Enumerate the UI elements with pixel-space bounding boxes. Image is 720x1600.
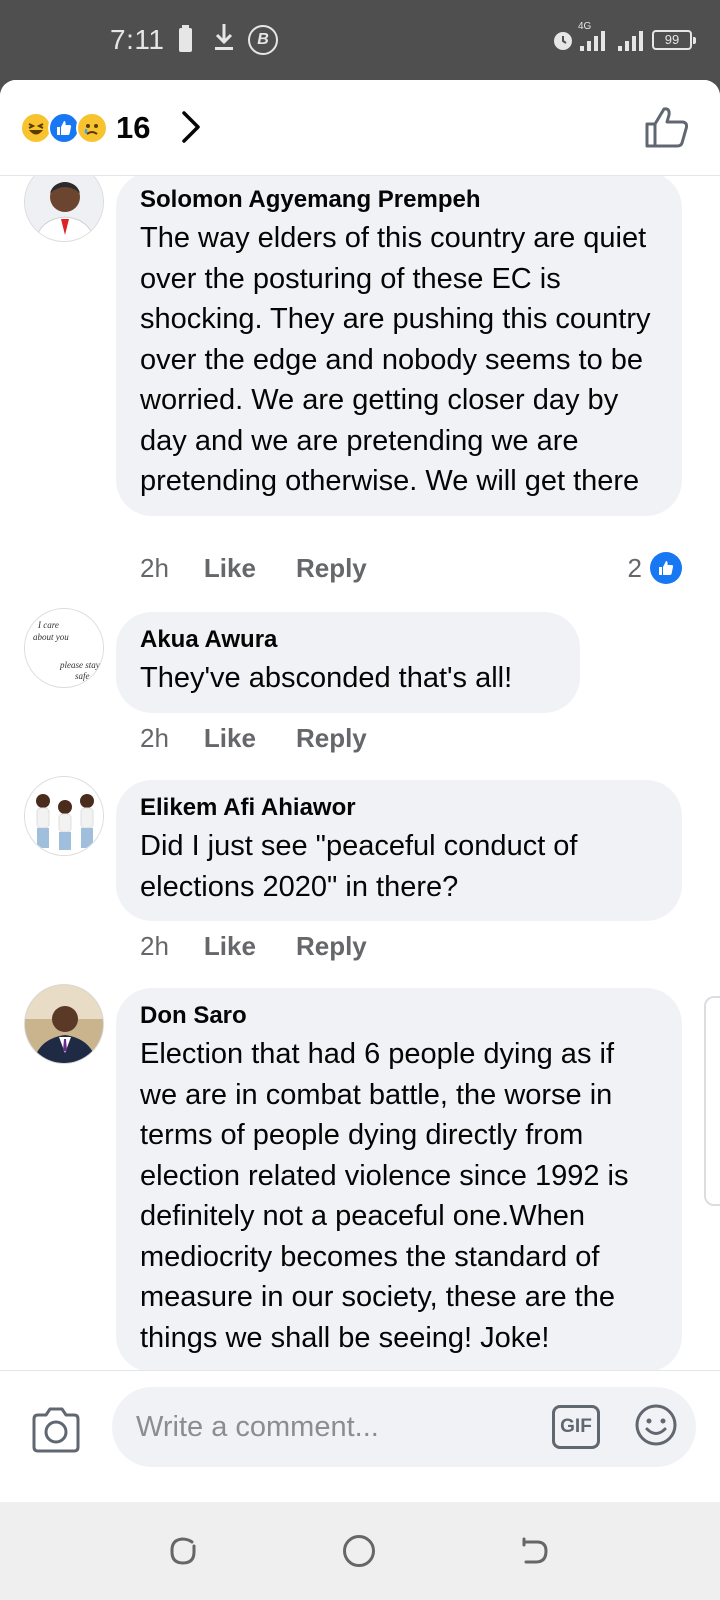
- back-icon[interactable]: [520, 1536, 550, 1566]
- comment-text: Election that had 6 people dying as if w…: [140, 1038, 629, 1354]
- like-button[interactable]: Like: [204, 723, 256, 754]
- comment-text: They've absconded that's all!: [140, 662, 513, 694]
- avatar[interactable]: I care about you please stay safe: [24, 608, 104, 688]
- comment-composer: GIF: [0, 1370, 720, 1502]
- emoji-icon[interactable]: [634, 1403, 678, 1447]
- like-button[interactable]: Like: [204, 553, 256, 584]
- battery-icon: [179, 25, 192, 52]
- comment-author[interactable]: Elikem Afi Ahiawor: [140, 792, 658, 824]
- svg-text:safe: safe: [75, 671, 90, 681]
- svg-text:please stay: please stay: [59, 660, 100, 670]
- comments-sheet: 16 Solomon Agyemang Prempeh The way elde…: [0, 80, 720, 1502]
- camera-icon[interactable]: [30, 1405, 82, 1455]
- comment-text: The way elders of this country are quiet…: [140, 222, 651, 497]
- comment-bubble[interactable]: Elikem Afi Ahiawor Did I just see "peace…: [116, 780, 682, 921]
- comment-author[interactable]: Don Saro: [140, 1000, 658, 1032]
- comment-actions: 2h Like Reply: [140, 550, 367, 586]
- home-icon[interactable]: [343, 1535, 375, 1567]
- comment-actions: 2h Like Reply: [140, 928, 367, 964]
- reply-button[interactable]: Reply: [296, 723, 367, 754]
- battery-icon: 99: [652, 30, 696, 50]
- comment-time[interactable]: 2h: [140, 723, 169, 754]
- signal-icon: [618, 31, 643, 51]
- sad-reaction-icon: [76, 112, 108, 144]
- comment-actions: 2h Like Reply: [140, 720, 367, 756]
- comment-reaction-count: 2: [627, 552, 642, 583]
- reply-button[interactable]: Reply: [296, 553, 367, 584]
- comment-author[interactable]: Solomon Agyemang Prempeh: [140, 184, 658, 216]
- like-reaction-icon: [650, 552, 682, 584]
- alarm-icon: [554, 32, 572, 50]
- comment-time[interactable]: 2h: [140, 931, 169, 962]
- recents-icon[interactable]: [168, 1536, 198, 1566]
- svg-text:I care: I care: [37, 620, 59, 630]
- comment-author[interactable]: Akua Awura: [140, 624, 556, 656]
- svg-text:4G: 4G: [578, 21, 592, 32]
- gif-button[interactable]: GIF: [552, 1405, 600, 1449]
- download-icon: [215, 24, 233, 50]
- signal-icon: 4G: [578, 21, 605, 51]
- comment-input[interactable]: [112, 1387, 696, 1467]
- b-badge-icon: B: [248, 25, 278, 55]
- comment-reaction-summary[interactable]: 2: [628, 550, 682, 586]
- system-nav-bar: [0, 1502, 720, 1600]
- status-bar: 7:11 B 4G 99: [0, 0, 720, 80]
- reactions-header: 16: [0, 80, 720, 176]
- comment-bubble[interactable]: Solomon Agyemang Prempeh The way elders …: [116, 172, 682, 516]
- comment-bubble[interactable]: Akua Awura They've absconded that's all!: [116, 612, 580, 713]
- reaction-count: 16: [116, 110, 151, 145]
- avatar[interactable]: [24, 776, 104, 856]
- status-time: 7:11: [110, 24, 165, 55]
- like-button-icon[interactable]: [644, 104, 690, 150]
- scroll-handle[interactable]: [704, 996, 720, 1206]
- chevron-right-icon[interactable]: [180, 110, 202, 144]
- reactions-summary[interactable]: 16: [20, 108, 150, 148]
- comment-bubble[interactable]: Don Saro Election that had 6 people dyin…: [116, 988, 682, 1372]
- comment-text: Did I just see "peaceful conduct of elec…: [140, 830, 578, 903]
- reply-button[interactable]: Reply: [296, 931, 367, 962]
- svg-text:about you: about you: [33, 632, 69, 642]
- comment-time[interactable]: 2h: [140, 553, 169, 584]
- like-button[interactable]: Like: [204, 931, 256, 962]
- avatar[interactable]: [24, 984, 104, 1064]
